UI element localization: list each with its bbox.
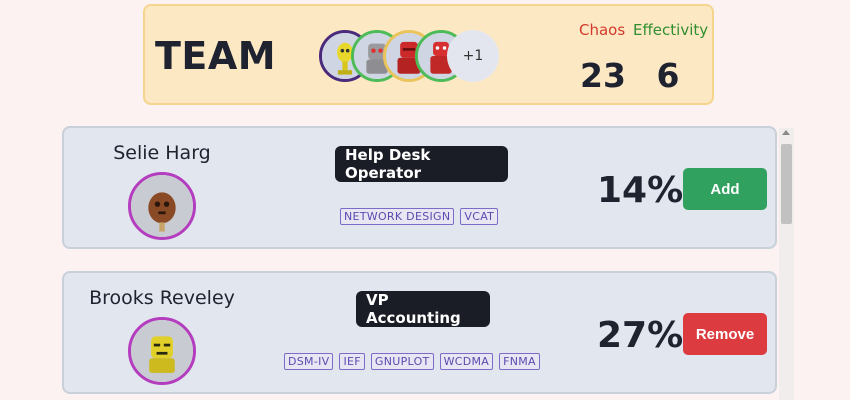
scroll-up-arrow-icon[interactable] [782,130,790,135]
match-percent: 27% [597,315,684,356]
candidate-name: Brooks Reveley [89,287,235,309]
remove-button[interactable]: Remove [683,313,767,355]
job-title-badge: Help Desk Operator [335,146,508,182]
team-title: TEAM [155,34,277,78]
add-button[interactable]: Add [683,168,767,210]
effectivity-value: 6 [656,56,680,95]
match-percent: 14% [597,170,684,211]
skill-tag: GNUPLOT [370,353,434,370]
chaos-label: Chaos [579,21,626,39]
candidate-card: Brooks Reveley VP Accounting DSM-IV IEF … [62,271,777,394]
team-summary-card: TEAM +1 Chaos Effectivity 23 6 [143,4,714,105]
skill-tag: NETWORK DESIGN [340,208,455,225]
candidate-list: Selie Harg Help Desk Operator NETWORK DE… [62,126,778,400]
chaos-value: 23 [580,56,626,95]
skill-tags: NETWORK DESIGN VCAT [340,208,499,225]
more-members-badge[interactable]: +1 [447,30,499,82]
skill-tag: IEF [339,353,365,370]
candidate-avatar [128,172,196,240]
skill-tag: FNMA [499,353,540,370]
skill-tags: DSM-IV IEF GNUPLOT WCDMA FNMA [284,353,540,370]
candidate-avatar [128,317,196,385]
effectivity-label: Effectivity [633,21,709,39]
candidate-card: Selie Harg Help Desk Operator NETWORK DE… [62,126,777,249]
skill-tag: WCDMA [439,353,494,370]
skill-tag: VCAT [460,208,499,225]
job-title-badge: VP Accounting [356,291,490,327]
candidate-name: Selie Harg [113,142,211,164]
scrollbar[interactable] [779,128,794,400]
skill-tag: DSM-IV [284,353,334,370]
scrollbar-thumb[interactable] [781,144,792,224]
